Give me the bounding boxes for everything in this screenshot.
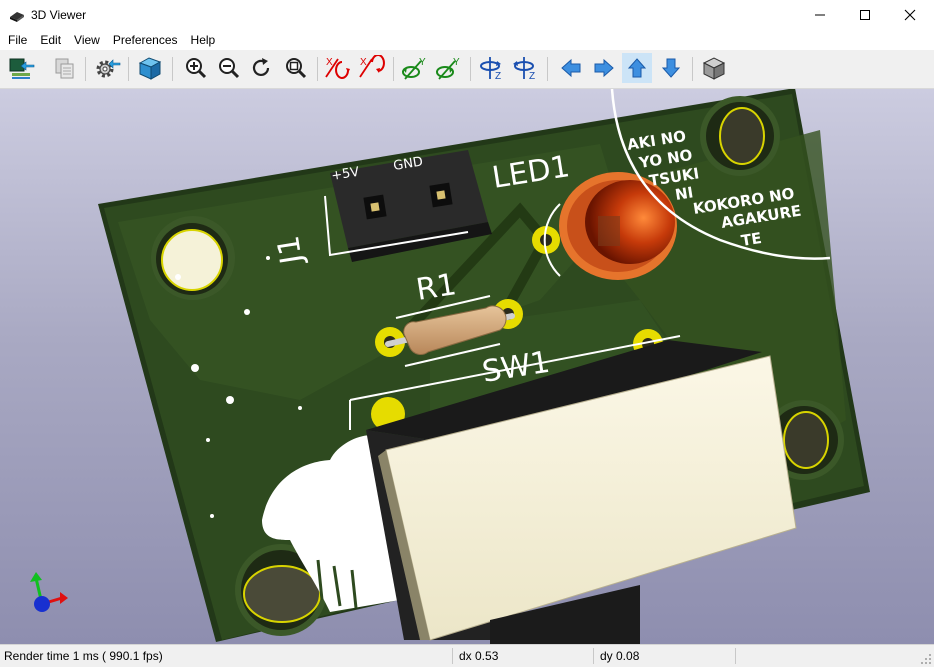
menu-bar: File Edit View Preferences Help <box>0 30 934 50</box>
zoom-in-icon <box>186 58 207 79</box>
reload-board-icon <box>9 58 35 79</box>
dx-status: dx 0.53 <box>459 649 499 663</box>
minimize-button[interactable] <box>797 0 843 30</box>
svg-text:Z: Z <box>529 71 535 81</box>
move-left-button[interactable] <box>556 53 586 83</box>
rotate-z-ccw-icon: Z <box>513 57 535 81</box>
raytracing-toggle-icon <box>138 57 162 80</box>
maximize-icon <box>860 10 870 20</box>
mounting-hole-tl <box>151 216 235 300</box>
menu-preferences[interactable]: Preferences <box>106 30 184 50</box>
close-icon <box>904 9 916 21</box>
settings-button[interactable] <box>92 53 122 83</box>
minimize-icon <box>815 14 825 16</box>
close-button[interactable] <box>887 0 933 30</box>
move-down-button[interactable] <box>656 53 686 83</box>
copy-image-button[interactable] <box>50 53 80 83</box>
redraw-icon <box>252 58 270 77</box>
menu-edit[interactable]: Edit <box>34 30 68 50</box>
raytracing-toggle-button[interactable] <box>135 53 165 83</box>
dy-status: dy 0.08 <box>600 649 640 663</box>
maximize-button[interactable] <box>842 0 888 30</box>
app-icon <box>10 12 24 22</box>
render-time-status: Render time 1 ms ( 990.1 fps) <box>4 649 163 663</box>
rotate-y-ccw-icon: Y <box>436 57 460 80</box>
resize-grip-icon[interactable] <box>920 653 932 665</box>
window-title: 3D Viewer <box>31 8 87 22</box>
reload-board-button[interactable] <box>7 53 37 83</box>
move-down-icon <box>661 58 681 78</box>
move-right-icon <box>594 58 614 78</box>
mounting-hole-tr <box>700 96 780 176</box>
zoom-out-button[interactable] <box>214 53 244 83</box>
rotate-y-cw-button[interactable]: Y <box>400 53 430 83</box>
rotate-z-cw-button[interactable]: Z <box>477 53 507 83</box>
orthographic-toggle-button[interactable] <box>699 53 729 83</box>
axis-gizmo <box>30 572 68 612</box>
rotate-x-ccw-icon: X <box>359 55 385 78</box>
rotate-y-cw-icon: Y <box>402 57 426 80</box>
menu-file[interactable]: File <box>0 30 34 50</box>
rotate-z-ccw-button[interactable]: Z <box>511 53 541 83</box>
svg-text:X: X <box>326 57 333 68</box>
redraw-button[interactable] <box>247 53 277 83</box>
3d-viewport[interactable]: J1 +5V GND LED1 R1 SW1 AKI NO YO NO TSUK… <box>0 89 934 644</box>
silk-poem-7: TE <box>740 229 763 250</box>
move-left-icon <box>561 58 581 78</box>
rotate-z-cw-icon: Z <box>480 57 501 81</box>
move-up-button[interactable] <box>622 53 652 83</box>
pcb-render: J1 +5V GND LED1 R1 SW1 AKI NO YO NO TSUK… <box>30 89 870 644</box>
zoom-fit-icon <box>286 58 307 79</box>
menu-help[interactable]: Help <box>184 30 222 50</box>
rotate-x-ccw-button[interactable]: X <box>357 53 387 83</box>
copy-image-icon <box>55 58 74 79</box>
settings-icon <box>96 59 121 78</box>
orthographic-toggle-icon <box>702 57 726 80</box>
menu-view[interactable]: View <box>68 30 107 50</box>
title-bar: 3D Viewer <box>0 0 934 30</box>
toolbar: X X Y Y Z Z <box>0 50 934 89</box>
zoom-out-icon <box>219 58 240 79</box>
move-up-icon <box>627 58 647 78</box>
move-right-button[interactable] <box>589 53 619 83</box>
svg-text:X: X <box>360 57 367 68</box>
status-bar: Render time 1 ms ( 990.1 fps) dx 0.53 dy… <box>0 644 934 667</box>
svg-text:Z: Z <box>495 71 501 81</box>
zoom-fit-button[interactable] <box>281 53 311 83</box>
zoom-in-button[interactable] <box>181 53 211 83</box>
silk-r1: R1 <box>414 267 459 308</box>
rotate-y-ccw-button[interactable]: Y <box>434 53 464 83</box>
rotate-x-cw-button[interactable]: X <box>323 53 353 83</box>
rotate-x-cw-icon: X <box>325 57 350 79</box>
